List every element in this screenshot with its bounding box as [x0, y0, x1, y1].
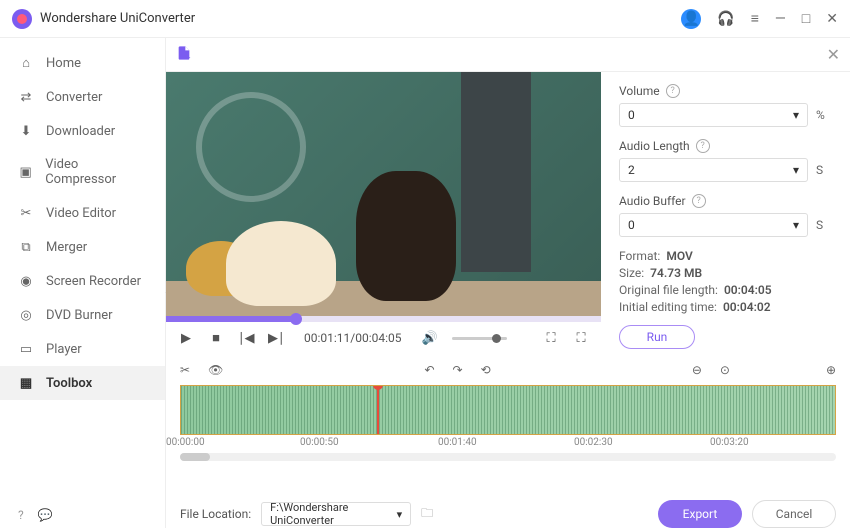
content-panel: ◀ + ✕ ▶ ■ ∣◀ ▶∣	[165, 38, 850, 528]
maximize-button[interactable]: □	[802, 10, 810, 27]
app-title: Wondershare UniConverter	[40, 11, 681, 26]
sidebar-item-compressor[interactable]: ▣Video Compressor	[0, 148, 165, 196]
sidebar-item-editor[interactable]: ✂Video Editor	[0, 196, 165, 230]
orig-length-value: 00:04:05	[724, 283, 772, 297]
format-value: MOV	[666, 249, 692, 263]
audio-buffer-label: Audio Buffer	[619, 194, 686, 208]
open-folder-icon[interactable]: 🗀	[421, 504, 433, 525]
fullscreen-icon[interactable]: ⛶	[573, 331, 589, 346]
playhead[interactable]	[377, 386, 379, 434]
chevron-down-icon: ▾	[793, 163, 799, 177]
merge-icon: ⧉	[18, 239, 34, 255]
format-label: Format:	[619, 249, 660, 263]
size-value: 74.73 MB	[650, 266, 702, 280]
volume-unit: %	[816, 108, 828, 122]
play-button[interactable]: ▶	[178, 331, 194, 346]
sidebar-item-downloader[interactable]: ⬇Downloader	[0, 114, 165, 148]
file-location-label: File Location:	[180, 507, 251, 521]
zoom-fit-icon[interactable]: ⊙	[720, 363, 730, 377]
disc-icon: ◎	[18, 307, 34, 323]
time-display: 00:01:11/00:04:05	[304, 331, 402, 345]
volume-select[interactable]: 0▾	[619, 103, 808, 127]
recorder-icon: ◉	[18, 273, 34, 289]
player-icon: ▭	[18, 341, 34, 357]
scissors-icon: ✂	[18, 205, 34, 221]
audio-length-select[interactable]: 2▾	[619, 158, 808, 182]
chevron-down-icon: ▾	[397, 508, 403, 521]
sidebar-item-home[interactable]: ⌂Home	[0, 46, 165, 80]
feedback-icon[interactable]: 💬	[38, 508, 53, 522]
close-button[interactable]: ✕	[826, 11, 838, 27]
headset-icon[interactable]: 🎧	[717, 11, 734, 27]
audio-length-unit: S	[816, 163, 828, 177]
sidebar-item-player[interactable]: ▭Player	[0, 332, 165, 366]
timeline-scrollbar[interactable]	[180, 453, 836, 461]
chevron-down-icon: ▾	[793, 108, 799, 122]
audio-buffer-select[interactable]: 0▾	[619, 213, 808, 237]
panel-close-button[interactable]: ✕	[827, 45, 840, 64]
size-label: Size:	[619, 266, 644, 280]
help-icon[interactable]: ?	[692, 194, 706, 208]
cut-icon[interactable]: ✂	[180, 363, 190, 377]
volume-label: Volume	[619, 84, 660, 98]
eye-icon[interactable]: 👁	[208, 363, 223, 377]
sidebar-item-dvd[interactable]: ◎DVD Burner	[0, 298, 165, 332]
zoom-out-icon[interactable]: ⊖	[692, 363, 702, 377]
sidebar: ⌂Home ⇄Converter ⬇Downloader ▣Video Comp…	[0, 38, 165, 528]
toolbox-icon: ▦	[18, 375, 34, 391]
titlebar: Wondershare UniConverter 👤 🎧 ≡ — □ ✕	[0, 0, 850, 38]
help-icon[interactable]: ?	[696, 139, 710, 153]
audio-length-label: Audio Length	[619, 139, 690, 153]
redo-icon[interactable]: ↷	[453, 363, 463, 377]
snapshot-icon[interactable]: ⛶	[543, 331, 559, 346]
run-button[interactable]: Run	[619, 325, 695, 349]
init-edit-label: Initial editing time:	[619, 300, 717, 314]
prev-button[interactable]: ∣◀	[238, 331, 254, 346]
time-ruler: 00:00:00 00:00:50 00:01:40 00:02:30 00:0…	[166, 435, 850, 451]
video-preview[interactable]	[166, 72, 601, 316]
volume-slider[interactable]	[452, 337, 507, 340]
stop-button[interactable]: ■	[208, 330, 224, 346]
compress-icon: ▣	[18, 164, 33, 180]
export-button[interactable]: Export	[658, 500, 742, 528]
svg-text:+: +	[187, 53, 191, 60]
download-icon: ⬇	[18, 123, 34, 139]
file-location-select[interactable]: F:\Wondershare UniConverter▾	[261, 502, 411, 526]
audio-buffer-unit: S	[816, 218, 828, 232]
home-icon: ⌂	[18, 55, 34, 71]
audio-waveform[interactable]	[180, 385, 836, 435]
next-button[interactable]: ▶∣	[268, 331, 284, 346]
help-icon[interactable]: ?	[666, 84, 680, 98]
sidebar-item-recorder[interactable]: ◉Screen Recorder	[0, 264, 165, 298]
undo-icon[interactable]: ↶	[424, 363, 434, 377]
minimize-button[interactable]: —	[775, 11, 786, 27]
user-avatar-icon[interactable]: 👤	[681, 9, 701, 29]
converter-icon: ⇄	[18, 89, 34, 105]
sidebar-item-converter[interactable]: ⇄Converter	[0, 80, 165, 114]
video-progress[interactable]	[166, 316, 601, 322]
sidebar-item-toolbox[interactable]: ▦Toolbox	[0, 366, 165, 400]
app-logo	[12, 9, 32, 29]
refresh-icon[interactable]: ⟲	[481, 363, 491, 377]
help-button[interactable]: ?	[18, 508, 24, 522]
sidebar-item-merger[interactable]: ⧉Merger	[0, 230, 165, 264]
menu-icon[interactable]: ≡	[751, 10, 759, 27]
orig-length-label: Original file length:	[619, 283, 718, 297]
chevron-down-icon: ▾	[793, 218, 799, 232]
cancel-button[interactable]: Cancel	[752, 500, 836, 528]
zoom-in-icon[interactable]: ⊕	[826, 363, 836, 377]
init-edit-value: 00:04:02	[723, 300, 771, 314]
add-file-icon[interactable]: +	[176, 45, 196, 65]
volume-icon[interactable]: 🔊	[422, 331, 438, 346]
